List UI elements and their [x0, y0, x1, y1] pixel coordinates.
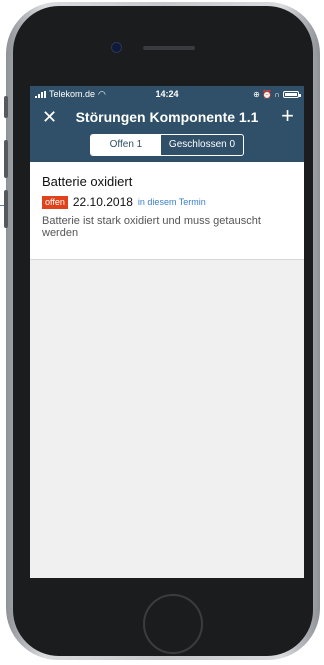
page-title: Störungen Komponente 1.1 [75, 109, 259, 125]
list-item[interactable]: Batterie oxidiert offen 22.10.2018 in di… [30, 162, 304, 260]
carrier-name: Telekom.de [49, 89, 96, 99]
earpiece-speaker [143, 46, 195, 50]
issue-list: Batterie oxidiert offen 22.10.2018 in di… [30, 162, 304, 260]
volume-up-button [4, 140, 8, 178]
tab-bar: Offen 1 Geschlossen 0 [30, 132, 304, 162]
battery-icon [283, 90, 301, 98]
home-button[interactable] [143, 594, 203, 654]
add-icon[interactable]: + [281, 104, 294, 128]
mute-switch [4, 96, 8, 118]
front-camera [111, 42, 122, 53]
status-icons: ⊕ ⏰ ∩ [253, 89, 280, 99]
volume-down-button [4, 190, 8, 228]
wifi-icon: ◠ [98, 88, 106, 99]
issue-description: Batterie ist stark oxidiert und muss get… [42, 215, 261, 239]
appointment-link[interactable]: in diesem Termin [138, 197, 206, 207]
status-badge: offen [42, 195, 68, 209]
tab-open[interactable]: Offen 1 [90, 135, 161, 155]
screen: Telekom.de ◠ 14:24 ⊕ ⏰ ∩ ✕ Störungen Kom… [30, 86, 304, 578]
signal-icon [35, 90, 46, 98]
issue-date: 22.10.2018 [72, 195, 133, 209]
tab-closed[interactable]: Geschlossen 0 [161, 135, 243, 155]
segmented-control: Offen 1 Geschlossen 0 [89, 134, 245, 156]
close-icon[interactable]: ✕ [42, 106, 57, 128]
issue-title: Batterie oxidiert [42, 174, 133, 189]
navigation-bar: ✕ Störungen Komponente 1.1 + [30, 102, 304, 132]
status-bar: Telekom.de ◠ 14:24 ⊕ ⏰ ∩ [30, 86, 304, 102]
device-frame: Telekom.de ◠ 14:24 ⊕ ⏰ ∩ ✕ Störungen Kom… [0, 0, 324, 665]
